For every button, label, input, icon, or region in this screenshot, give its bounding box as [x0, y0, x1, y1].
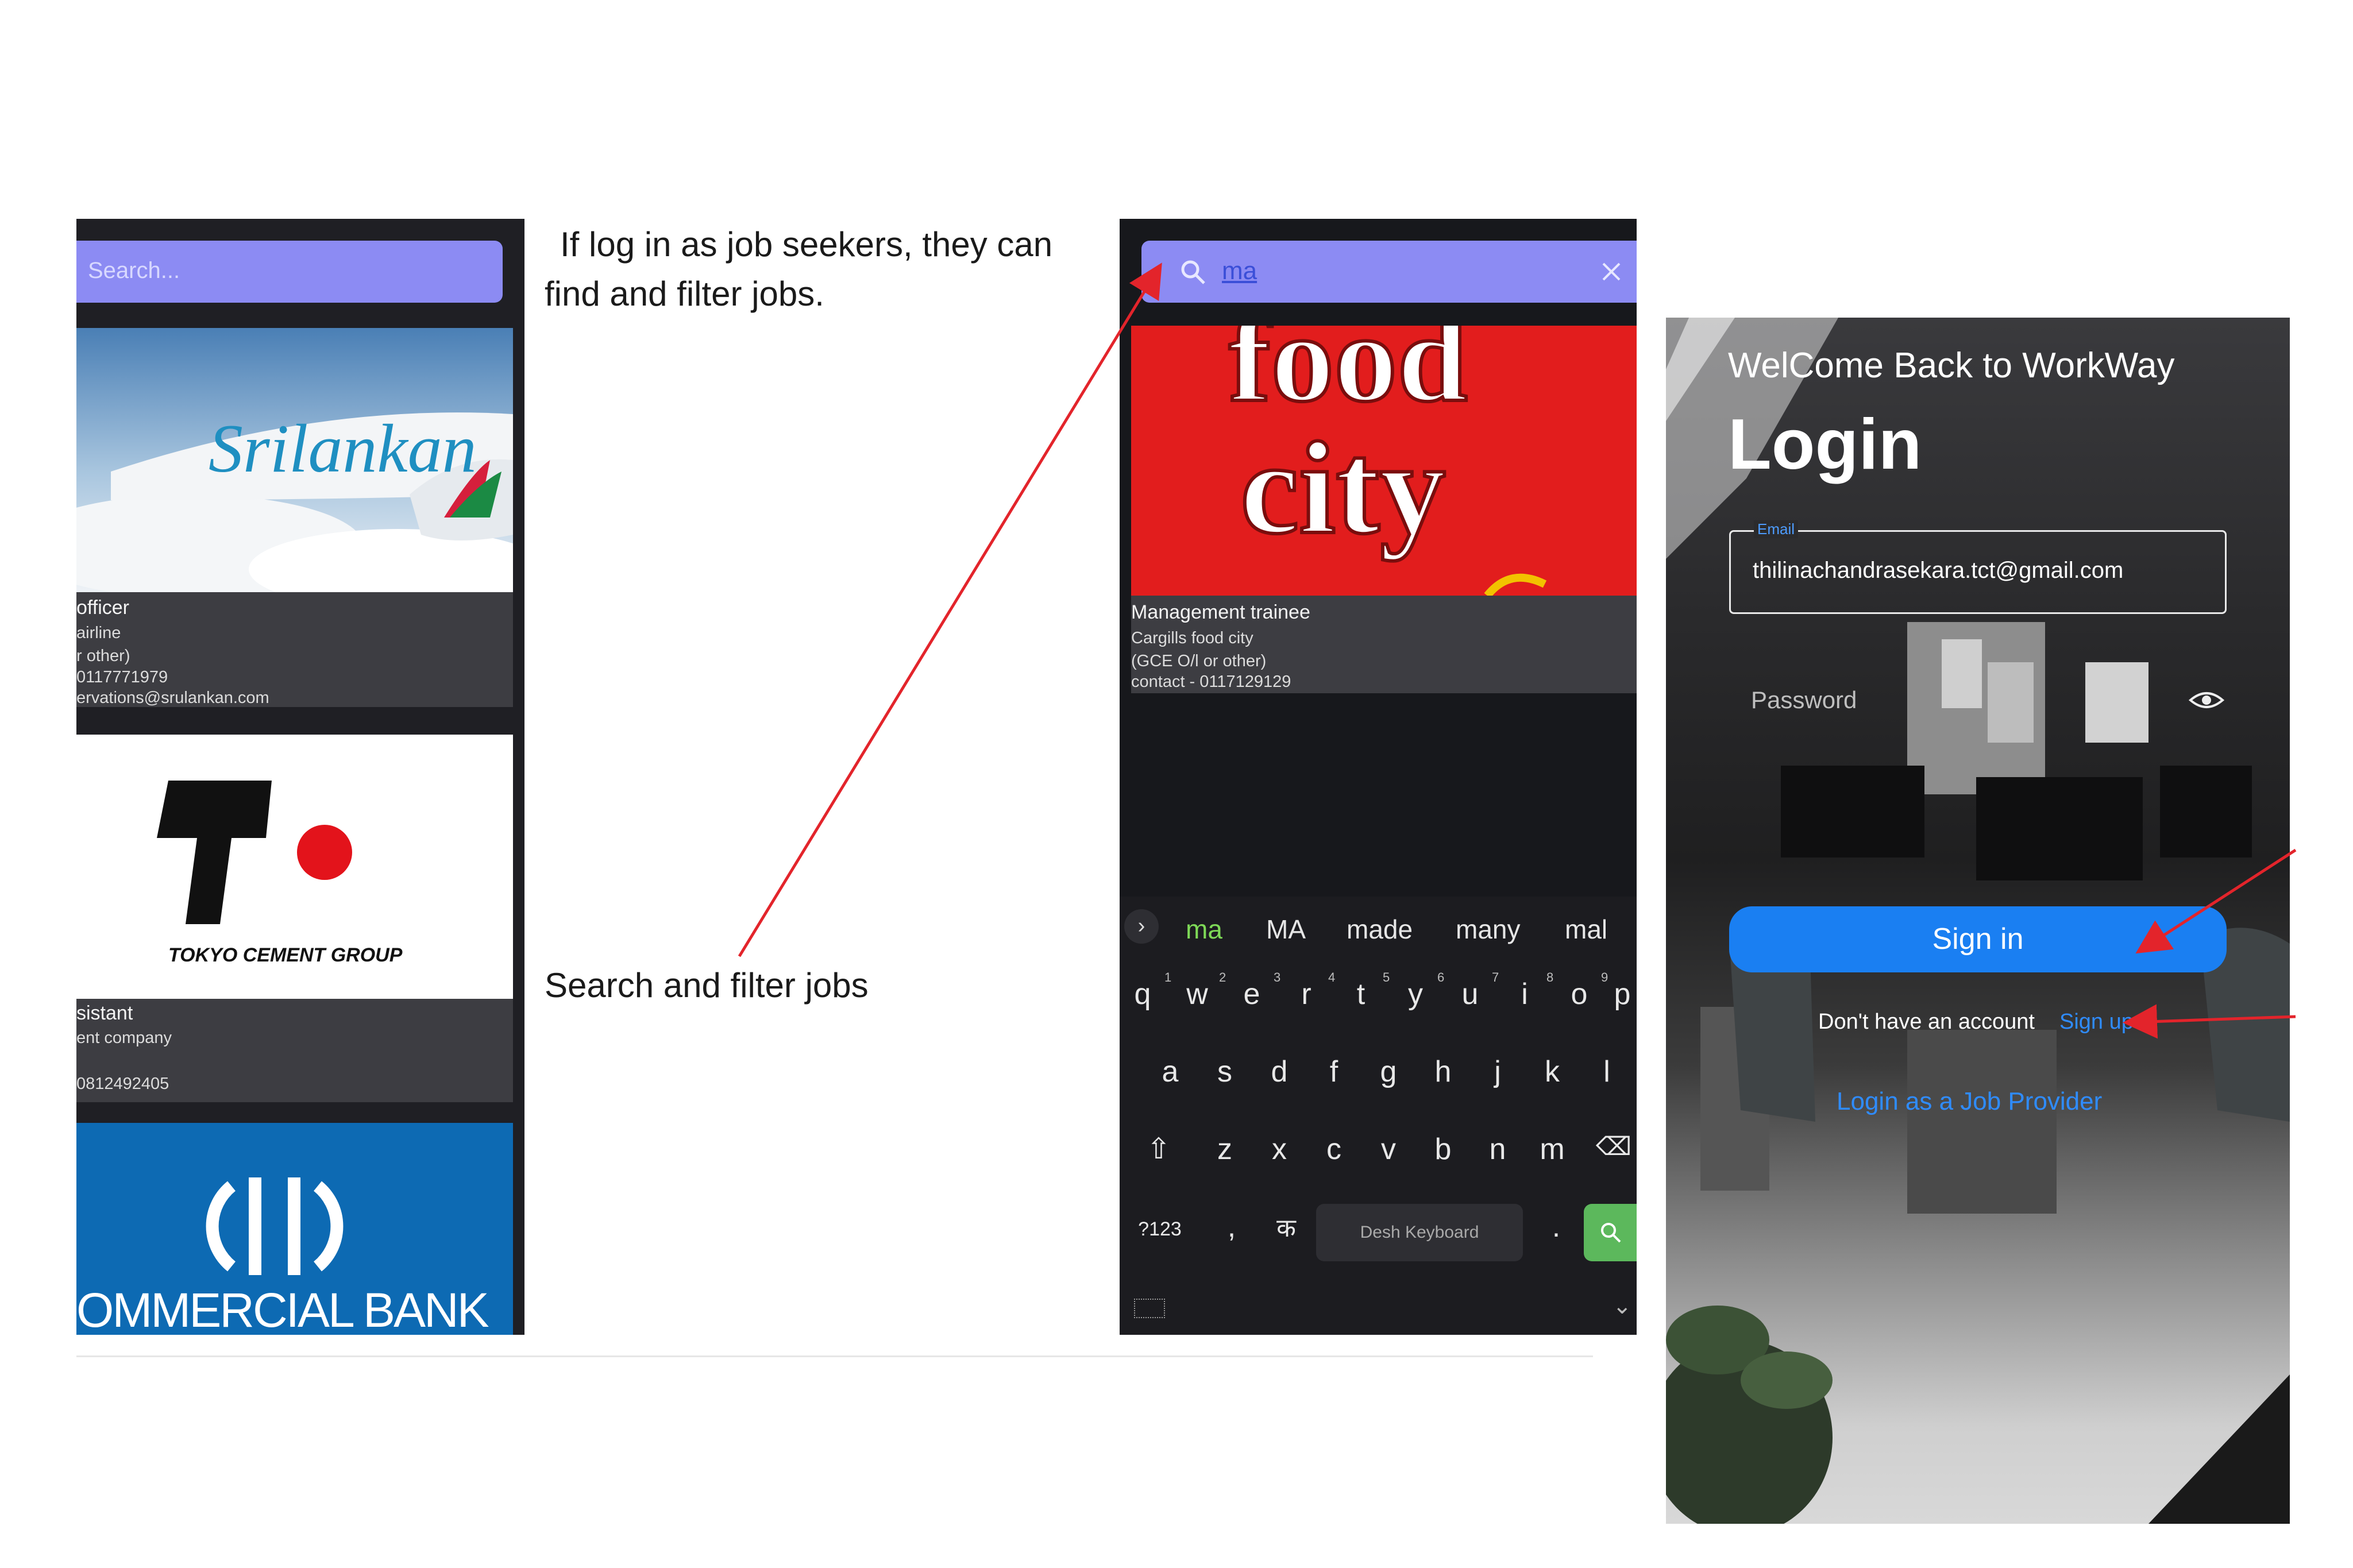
arrow-to-sign-in: [2135, 848, 2297, 954]
annotation-arrows: [738, 262, 2297, 1039]
arrow-to-search: [738, 262, 1162, 957]
arrow-to-sign-up: [2123, 1004, 2296, 1039]
